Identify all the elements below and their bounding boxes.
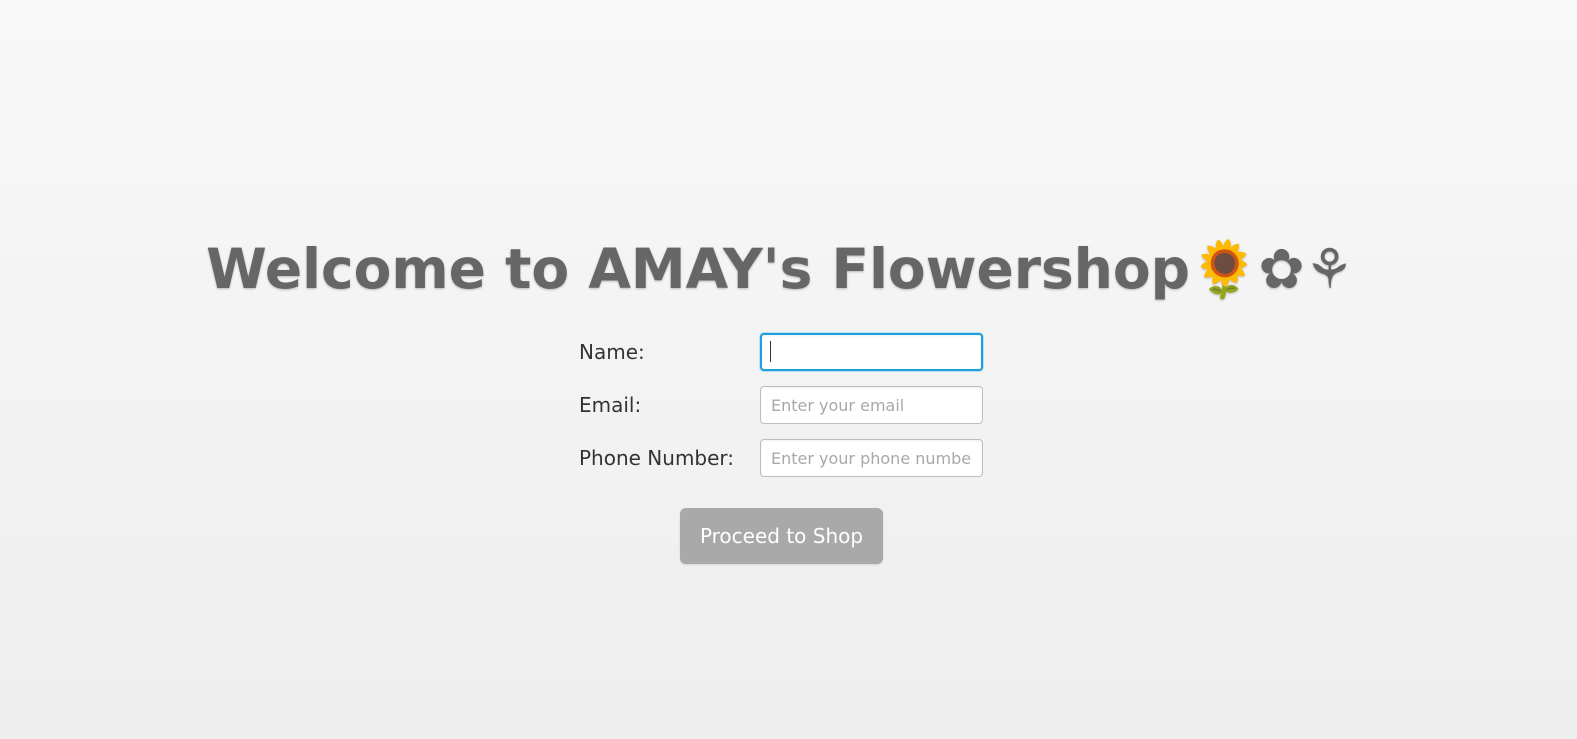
phone-row: Phone Number: (579, 439, 999, 477)
name-row: Name: (579, 333, 999, 371)
email-label: Email: (579, 393, 642, 417)
page-title: Welcome to AMAY's Flowershop🌻✿⚘ (206, 237, 1354, 301)
name-label: Name: (579, 340, 645, 364)
email-input[interactable] (760, 386, 983, 424)
proceed-to-shop-button[interactable]: Proceed to Shop (680, 508, 883, 564)
name-input[interactable] (760, 333, 983, 371)
phone-label: Phone Number: (579, 446, 735, 470)
text-caret (770, 341, 771, 362)
phone-input[interactable] (760, 439, 983, 477)
name-field-wrapper (760, 333, 983, 371)
email-row: Email: (579, 386, 999, 424)
